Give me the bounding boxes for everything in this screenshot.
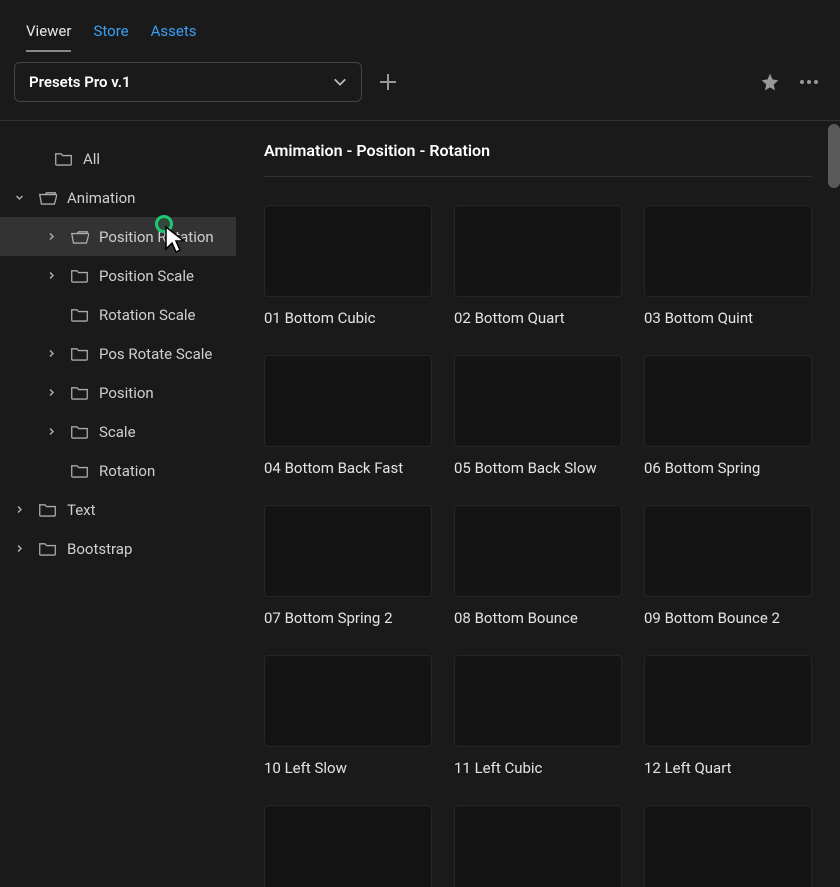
thumbnail xyxy=(644,355,812,447)
sidebar-item-rotation[interactable]: Rotation xyxy=(0,451,236,490)
preset-card[interactable]: 05 Bottom Back Slow xyxy=(454,355,622,477)
card-title: 04 Bottom Back Fast xyxy=(264,447,432,477)
chevron-right-icon xyxy=(10,544,28,553)
thumbnail xyxy=(454,805,622,887)
card-title: 12 Left Quart xyxy=(644,747,812,777)
chevron-right-icon xyxy=(42,232,60,241)
favorite-button[interactable] xyxy=(760,72,780,92)
preset-card[interactable]: 07 Bottom Spring 2 xyxy=(264,505,432,627)
sidebar-item-label: Pos Rotate Scale xyxy=(99,345,212,363)
sidebar-item-label: Text xyxy=(67,501,96,519)
folder-open-icon xyxy=(38,190,57,206)
sidebar-item-label: All xyxy=(83,150,100,168)
more-options-button[interactable] xyxy=(796,80,822,84)
folder-icon xyxy=(38,502,57,518)
sidebar-item-label: Rotation xyxy=(99,462,155,480)
preset-card[interactable]: 12 Left Quart xyxy=(644,655,812,777)
thumbnail xyxy=(264,805,432,887)
preset-card[interactable]: 09 Bottom Bounce 2 xyxy=(644,505,812,627)
preset-card[interactable] xyxy=(264,805,432,887)
thumbnail xyxy=(454,505,622,597)
thumbnail xyxy=(644,205,812,297)
preset-card[interactable]: 03 Bottom Quint xyxy=(644,205,812,327)
folder-icon xyxy=(54,151,73,167)
preset-card[interactable] xyxy=(454,805,622,887)
sidebar-item-position-scale[interactable]: Position Scale xyxy=(0,256,236,295)
folder-icon xyxy=(70,385,89,401)
toolbar: Presets Pro v.1 xyxy=(0,52,840,120)
thumbnail xyxy=(644,505,812,597)
sidebar-item-label: Bootstrap xyxy=(67,540,132,558)
thumbnail xyxy=(264,655,432,747)
card-title: 03 Bottom Quint xyxy=(644,297,812,327)
sidebar-item-label: Position xyxy=(99,384,154,402)
thumbnail xyxy=(264,355,432,447)
thumbnail xyxy=(644,655,812,747)
folder-icon xyxy=(70,268,89,284)
sidebar-item-label: Animation xyxy=(67,189,135,207)
thumbnail xyxy=(454,655,622,747)
sidebar-item-all[interactable]: All xyxy=(0,139,236,178)
chevron-right-icon xyxy=(42,427,60,436)
sidebar: All Animation Position Rotation Position… xyxy=(0,121,236,887)
card-title: 10 Left Slow xyxy=(264,747,432,777)
chevron-right-icon xyxy=(10,505,28,514)
sidebar-item-label: Scale xyxy=(99,423,136,441)
preset-dropdown[interactable]: Presets Pro v.1 xyxy=(14,62,362,102)
card-title: 06 Bottom Spring xyxy=(644,447,812,477)
sidebar-item-label: Rotation Scale xyxy=(99,306,196,324)
tabs-bar: Viewer Store Assets xyxy=(0,0,840,52)
card-title: 08 Bottom Bounce xyxy=(454,597,622,627)
thumbnail xyxy=(454,355,622,447)
preset-card[interactable]: 04 Bottom Back Fast xyxy=(264,355,432,477)
thumbnail xyxy=(454,205,622,297)
preset-card[interactable] xyxy=(644,805,812,887)
sidebar-item-animation[interactable]: Animation xyxy=(0,178,236,217)
thumbnail xyxy=(644,805,812,887)
preset-card[interactable]: 10 Left Slow xyxy=(264,655,432,777)
thumbnail xyxy=(264,205,432,297)
sidebar-item-text[interactable]: Text xyxy=(0,490,236,529)
folder-icon xyxy=(38,541,57,557)
preset-card[interactable]: 11 Left Cubic xyxy=(454,655,622,777)
sidebar-item-position[interactable]: Position xyxy=(0,373,236,412)
card-title: 01 Bottom Cubic xyxy=(264,297,432,327)
add-button[interactable] xyxy=(378,72,398,92)
card-title: 02 Bottom Quart xyxy=(454,297,622,327)
preset-card[interactable]: 06 Bottom Spring xyxy=(644,355,812,477)
folder-icon xyxy=(70,424,89,440)
folder-icon xyxy=(70,346,89,362)
card-title: 11 Left Cubic xyxy=(454,747,622,777)
preset-card[interactable]: 02 Bottom Quart xyxy=(454,205,622,327)
card-title: 07 Bottom Spring 2 xyxy=(264,597,432,627)
sidebar-item-label: Position Scale xyxy=(99,267,194,285)
preset-card[interactable]: 08 Bottom Bounce xyxy=(454,505,622,627)
chevron-right-icon xyxy=(42,388,60,397)
chevron-right-icon xyxy=(42,349,60,358)
preset-grid: 01 Bottom Cubic 02 Bottom Quart 03 Botto… xyxy=(264,177,812,887)
card-title: 09 Bottom Bounce 2 xyxy=(644,597,812,627)
sidebar-item-position-rotation[interactable]: Position Rotation xyxy=(0,217,236,256)
folder-icon xyxy=(70,463,89,479)
tab-assets[interactable]: Assets xyxy=(151,22,197,52)
chevron-right-icon xyxy=(42,271,60,280)
sidebar-item-scale[interactable]: Scale xyxy=(0,412,236,451)
sidebar-item-rotation-scale[interactable]: Rotation Scale xyxy=(0,295,236,334)
breadcrumb: Amimation - Position - Rotation xyxy=(264,141,812,177)
chevron-down-icon xyxy=(10,193,28,202)
chevron-down-icon xyxy=(333,75,347,89)
sidebar-item-pos-rotate-scale[interactable]: Pos Rotate Scale xyxy=(0,334,236,373)
thumbnail xyxy=(264,505,432,597)
sidebar-item-bootstrap[interactable]: Bootstrap xyxy=(0,529,236,568)
dropdown-label: Presets Pro v.1 xyxy=(29,73,131,91)
tab-viewer[interactable]: Viewer xyxy=(26,22,71,52)
folder-icon xyxy=(70,307,89,323)
card-title: 05 Bottom Back Slow xyxy=(454,447,622,477)
main-panel: Amimation - Position - Rotation 01 Botto… xyxy=(236,121,840,887)
scrollbar[interactable] xyxy=(828,124,840,188)
tab-store[interactable]: Store xyxy=(93,22,128,52)
sidebar-item-label: Position Rotation xyxy=(99,228,214,246)
folder-open-icon xyxy=(70,229,89,245)
preset-card[interactable]: 01 Bottom Cubic xyxy=(264,205,432,327)
